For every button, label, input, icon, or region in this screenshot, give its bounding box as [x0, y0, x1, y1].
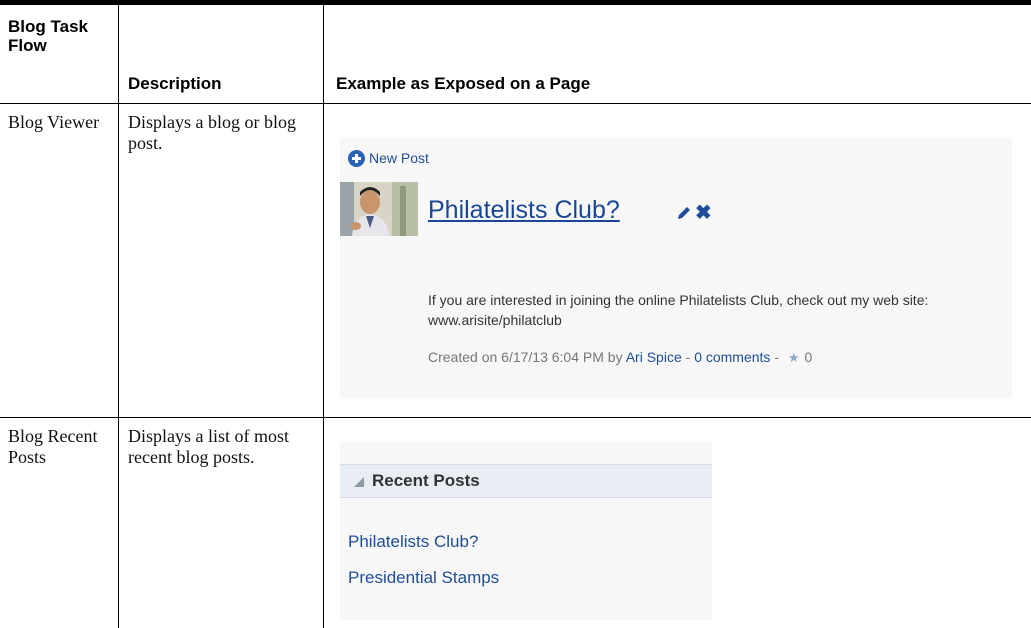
close-icon[interactable]: ✖ [695, 200, 712, 225]
row-1-task-flow: Blog Viewer [8, 112, 100, 132]
rating-count: 0 [804, 349, 813, 365]
recent-posts-header: Recent Posts [340, 464, 712, 498]
post-body: If you are interested in joining the onl… [428, 292, 929, 328]
meta-separator: - [770, 349, 783, 365]
blog-viewer-example: New Post Philatelists Club? ✖ If you are… [340, 138, 1012, 398]
recent-post-link[interactable]: Philatelists Club? [348, 532, 478, 552]
row-2-task-flow: Blog Recent Posts [8, 426, 98, 467]
row-1-description: Displays a blog or blog post. [128, 112, 296, 153]
post-meta: Created on 6/17/13 6:04 PM by Ari Spice … [428, 349, 812, 366]
recent-posts-example: Recent Posts Philatelists Club? Presiden… [340, 442, 712, 620]
post-title-link[interactable]: Philatelists Club? [428, 196, 620, 225]
new-post-label: New Post [369, 150, 429, 166]
meta-separator: - [681, 349, 695, 365]
header-rule [0, 103, 1031, 104]
new-post-button[interactable]: New Post [348, 148, 429, 168]
author-link[interactable]: Ari Spice [626, 349, 682, 365]
header-task-flow: Blog Task Flow [8, 17, 88, 55]
header-description: Description [128, 74, 222, 93]
column-divider [323, 5, 324, 628]
pencil-icon[interactable] [676, 205, 692, 221]
table-top-rule [0, 0, 1031, 5]
row-2-description: Displays a list of most recent blog post… [128, 426, 289, 467]
header-example: Example as Exposed on a Page [336, 74, 591, 93]
plus-circle-icon [348, 149, 365, 167]
column-divider [118, 5, 119, 628]
star-icon[interactable]: ★ [788, 350, 800, 366]
recent-post-link[interactable]: Presidential Stamps [348, 568, 499, 588]
recent-posts-title: Recent Posts [372, 471, 480, 490]
collapse-triangle-icon[interactable] [354, 477, 364, 487]
comments-link[interactable]: 0 comments [694, 349, 770, 365]
author-avatar [340, 182, 418, 236]
row-divider [0, 417, 1031, 418]
meta-created: Created on 6/17/13 6:04 PM by [428, 349, 626, 365]
